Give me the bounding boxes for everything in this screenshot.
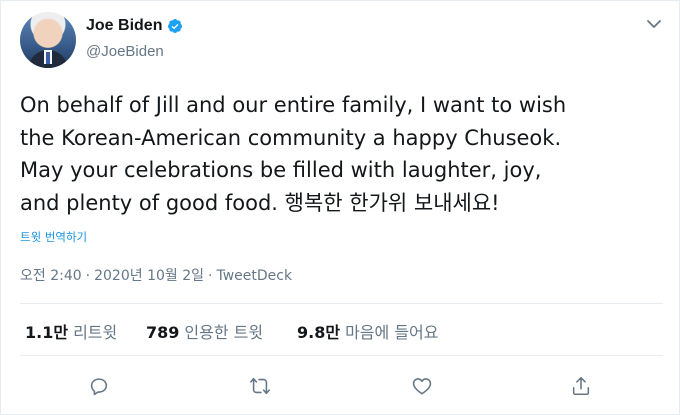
tweet-text: On behalf of Jill and our entire family,… <box>20 93 567 215</box>
likes-count: 9.8만 <box>297 323 341 342</box>
meta-separator: · <box>208 268 213 284</box>
retweet-icon <box>250 377 270 395</box>
reply-icon <box>90 378 108 396</box>
quote-tweets-stat[interactable]: 789 인용한 트윗 <box>146 319 263 343</box>
author-handle[interactable]: @JoeBiden <box>86 43 164 60</box>
share-icon <box>572 376 590 396</box>
reply-button[interactable] <box>86 373 112 399</box>
meta-separator: · <box>85 268 91 284</box>
translate-tweet-link[interactable]: 트윗 번역하기 <box>20 229 87 245</box>
divider <box>20 303 663 304</box>
share-button[interactable] <box>568 373 594 399</box>
tweet-card: Joe Biden @JoeBiden On behalf of Jill an… <box>0 0 680 415</box>
divider <box>20 355 663 356</box>
heart-icon <box>412 378 432 395</box>
tweet-meta: 오전 2:40 · 2020년 10월 2일 · TweetDeck <box>20 265 292 285</box>
retweet-button[interactable] <box>247 373 273 399</box>
chevron-down-icon[interactable] <box>646 18 662 30</box>
profile-avatar[interactable] <box>20 12 76 68</box>
verified-badge-icon <box>168 19 183 33</box>
retweets-label: 리트윗 <box>73 323 118 342</box>
retweets-count: 1.1만 <box>25 323 69 342</box>
avatar-tie <box>46 52 50 64</box>
author-name[interactable]: Joe Biden <box>86 17 162 35</box>
likes-label: 마음에 들어요 <box>345 323 439 342</box>
quote-tweets-label: 인용한 트윗 <box>184 323 264 342</box>
author-name-row[interactable]: Joe Biden <box>86 17 183 35</box>
tweet-time[interactable]: 오전 2:40 <box>20 268 82 284</box>
tweet-date[interactable]: 2020년 10월 2일 <box>94 268 204 284</box>
likes-stat[interactable]: 9.8만 마음에 들어요 <box>297 319 438 343</box>
like-button[interactable] <box>409 373 435 399</box>
retweets-stat[interactable]: 1.1만 리트윗 <box>25 319 117 343</box>
tweet-source[interactable]: TweetDeck <box>216 268 292 284</box>
quote-tweets-count: 789 <box>146 323 180 342</box>
